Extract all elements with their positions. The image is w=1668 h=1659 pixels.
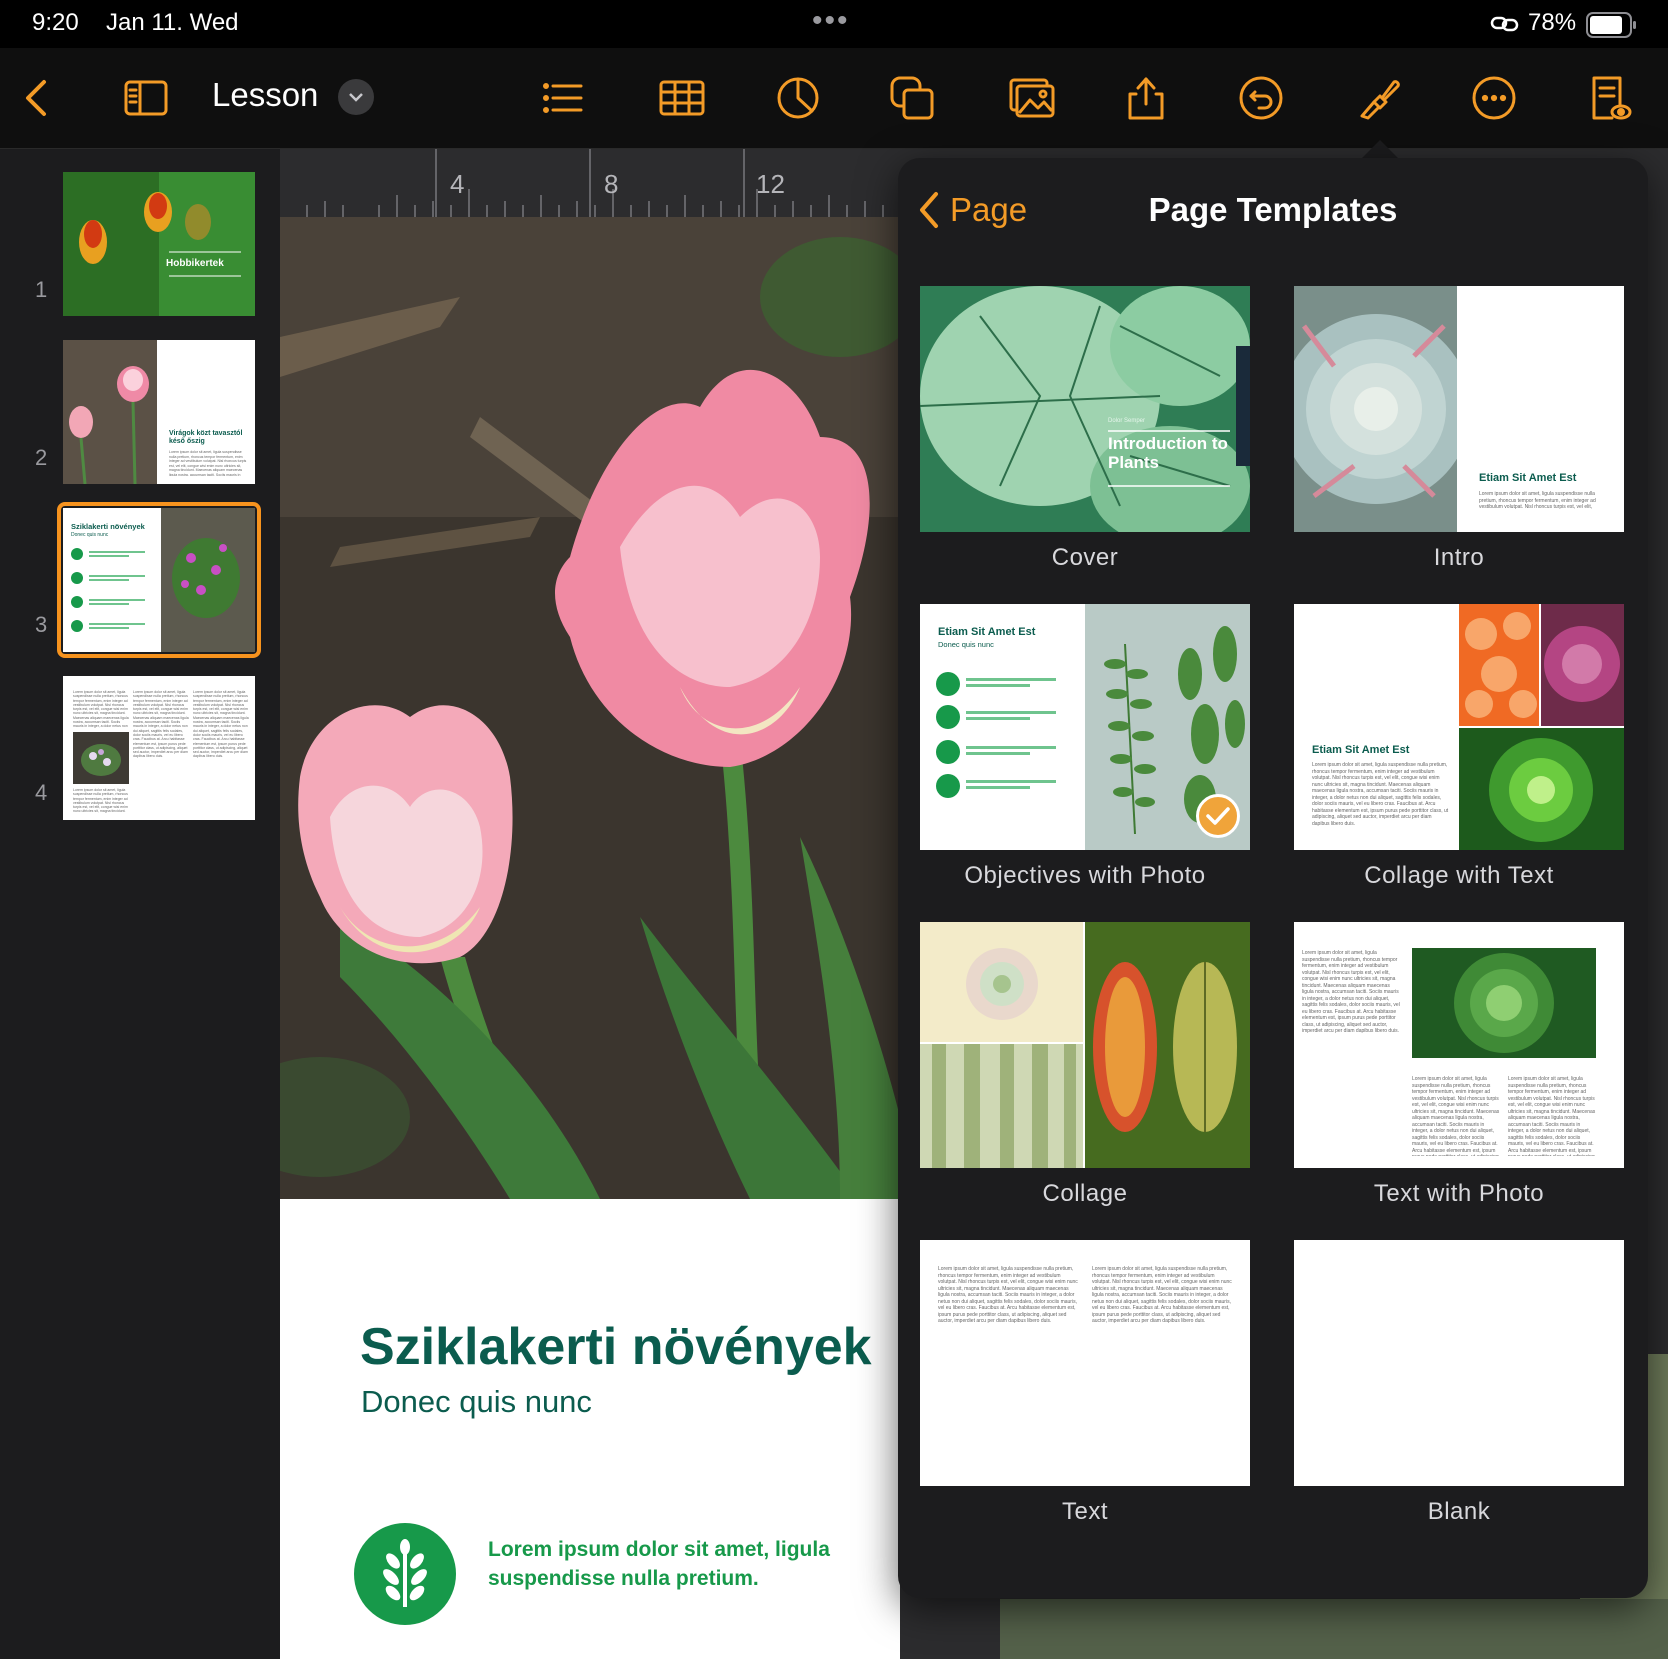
tulip-photo[interactable] [280, 217, 900, 1199]
back-label: Page [950, 191, 1028, 228]
list-icon[interactable] [535, 70, 591, 126]
page-thumbnail-4[interactable]: Lorem ipsum dolor sit amet, ligula suspe… [63, 676, 255, 820]
leaf-icon [354, 1523, 456, 1625]
template-body-text: Lorem ipsum dolor sit amet, ligula suspe… [1412, 1076, 1500, 1156]
clock: 9:20 [32, 9, 79, 36]
checkmark-icon [1196, 794, 1240, 838]
thumbnail-body-text: Lorem ipsum dolor sit amet, ligula suspe… [73, 690, 129, 728]
format-brush-icon[interactable] [1350, 70, 1406, 126]
chart-icon[interactable] [770, 70, 826, 126]
page-number: 4 [35, 780, 48, 805]
template-text-with-photo[interactable]: Lorem ipsum dolor sit amet, ligula suspe… [1294, 922, 1624, 1208]
chevron-left-icon [920, 192, 938, 228]
thumbnail-title: Hobbikertek [166, 258, 224, 269]
table-icon[interactable] [654, 70, 710, 126]
share-icon[interactable] [1118, 70, 1174, 126]
thumbnail-title: Virágok közt tavasztól késő őszig [169, 430, 243, 445]
page-thumbnail-2[interactable]: Virágok közt tavasztól késő őszig Lorem … [63, 340, 255, 484]
template-body-text: Lorem ipsum dolor sit amet, ligula suspe… [938, 1266, 1078, 1324]
back-icon[interactable] [10, 70, 66, 126]
objective-text[interactable]: Lorem ipsum dolor sit amet, ligula suspe… [488, 1535, 868, 1593]
template-preview: Etiam Sit Amet Est Lorem ipsum dolor sit… [1294, 286, 1624, 532]
battery-icon [1586, 12, 1638, 43]
battery-percent: 78% [1528, 9, 1577, 36]
thumbnail-body-text: Lorem ipsum dolor sit amet, ligula suspe… [169, 450, 247, 476]
template-preview [1294, 1240, 1624, 1486]
sidebar-toggle-icon[interactable] [118, 70, 174, 126]
page-2-photo-edge [1000, 1599, 1668, 1659]
template-body-text: Lorem ipsum dolor sit amet, ligula suspe… [1302, 950, 1400, 1034]
template-kicker: Dolor Semper [1108, 418, 1146, 424]
template-label: Collage [1042, 1180, 1128, 1207]
template-label: Collage with Text [1364, 862, 1554, 889]
shape-icon[interactable] [884, 70, 940, 126]
template-heading: Introduction to Plants [1108, 434, 1228, 472]
toolbar: Lesson [0, 48, 1668, 149]
thumbnail-body-text: Lorem ipsum dolor sit amet, ligula suspe… [193, 690, 249, 759]
template-heading: Etiam Sit Amet Est [938, 626, 1036, 638]
template-body-text: Lorem ipsum dolor sit amet, ligula suspe… [1092, 1266, 1232, 1324]
date: Jan 11. Wed [106, 9, 239, 36]
template-label: Blank [1427, 1498, 1491, 1525]
template-label: Cover [1051, 544, 1119, 571]
page-templates-popover: Page Templates Page Dolor Semper Introdu… [898, 158, 1648, 1598]
template-heading: Etiam Sit Amet Est [1312, 744, 1410, 756]
ruler[interactable]: 4 8 12 [280, 149, 900, 217]
page-subtitle[interactable]: Donec quis nunc [361, 1384, 592, 1420]
template-label: Text with Photo [1373, 1180, 1545, 1207]
template-body-text: Lorem ipsum dolor sit amet, ligula suspe… [1508, 1076, 1596, 1156]
template-collage-with-text[interactable]: Etiam Sit Amet Est Lorem ipsum dolor sit… [1294, 604, 1624, 890]
link-icon [1490, 12, 1520, 41]
template-intro[interactable]: Etiam Sit Amet Est Lorem ipsum dolor sit… [1294, 286, 1624, 572]
thumbnail-body-text: Lorem ipsum dolor sit amet, ligula suspe… [73, 788, 129, 814]
thumbnail-body-text: Lorem ipsum dolor sit amet, ligula suspe… [133, 690, 189, 759]
template-preview: Etiam Sit Amet Est Lorem ipsum dolor sit… [1294, 604, 1624, 850]
page-thumbnail-3[interactable]: Sziklakerti növények Donec quis nunc [63, 508, 255, 652]
popover-arrow [1362, 140, 1398, 158]
ruler-label: 8 [604, 169, 619, 199]
template-body-text: Lorem ipsum dolor sit amet, ligula suspe… [1312, 762, 1449, 827]
template-preview: Etiam Sit Amet Est Donec quis nunc [920, 604, 1250, 850]
back-to-page-button[interactable]: Page [916, 190, 1027, 230]
thumbnail-subtitle: Donec quis nunc [71, 532, 109, 538]
media-icon[interactable] [1004, 70, 1060, 126]
status-bar: 9:20 Jan 11. Wed ••• 78% [0, 0, 1668, 48]
multitasking-dots[interactable]: ••• [812, 4, 850, 38]
template-preview: Dolor Semper Introduction to Plants [920, 286, 1250, 532]
page-number: 2 [35, 445, 48, 470]
document-options-icon[interactable] [1580, 70, 1636, 126]
template-blank[interactable]: Blank [1294, 1240, 1624, 1526]
page-number: 1 [35, 277, 48, 302]
ruler-label: 12 [756, 169, 785, 199]
ruler-label: 4 [450, 169, 465, 199]
thumbnail-title: Sziklakerti növények [71, 522, 145, 531]
template-heading: Etiam Sit Amet Est [1479, 472, 1577, 484]
page-number: 3 [35, 612, 48, 637]
chevron-down-icon[interactable] [338, 79, 374, 115]
template-preview: Lorem ipsum dolor sit amet, ligula suspe… [1294, 922, 1624, 1168]
template-text[interactable]: Lorem ipsum dolor sit amet, ligula suspe… [920, 1240, 1250, 1526]
template-cover[interactable]: Dolor Semper Introduction to Plants Cove… [920, 286, 1250, 572]
template-preview: Lorem ipsum dolor sit amet, ligula suspe… [920, 1240, 1250, 1486]
document-page[interactable]: Sziklakerti növények Donec quis nunc Lor… [280, 217, 900, 1659]
template-subheading: Donec quis nunc [938, 640, 994, 649]
template-label: Text [1061, 1498, 1108, 1525]
template-preview [920, 922, 1250, 1168]
page-title[interactable]: Sziklakerti növények [360, 1317, 872, 1377]
template-objectives-with-photo[interactable]: Etiam Sit Amet Est Donec quis nunc Objec… [920, 604, 1250, 890]
undo-icon[interactable] [1233, 70, 1289, 126]
template-label: Intro [1433, 544, 1485, 571]
page-thumbnails-sidebar: Hobbikertek 1 Virágok közt tavasztól kés… [0, 149, 280, 1659]
page-thumbnail-1[interactable]: Hobbikertek [63, 172, 255, 316]
template-label: Objectives with Photo [964, 862, 1206, 889]
document-title[interactable]: Lesson [212, 76, 318, 114]
template-collage[interactable]: Collage [920, 922, 1250, 1208]
template-body-text: Lorem ipsum dolor sit amet, ligula suspe… [1479, 491, 1596, 511]
more-icon[interactable] [1466, 70, 1522, 126]
